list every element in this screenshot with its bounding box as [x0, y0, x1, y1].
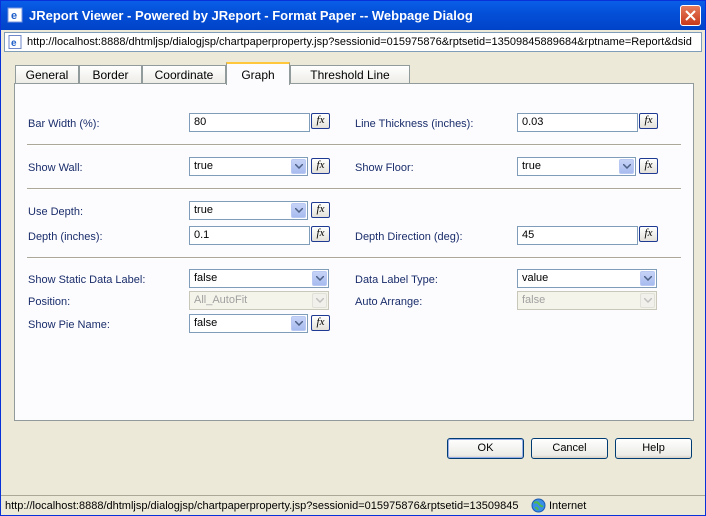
line-thickness-input[interactable]: 0.03: [517, 113, 638, 132]
tab-general[interactable]: General: [15, 65, 79, 84]
page-icon: e: [8, 35, 22, 49]
dropdown-arrow: [312, 293, 327, 308]
address-bar[interactable]: e http://localhost:8888/dhtmljsp/dialogj…: [4, 32, 702, 52]
close-icon: [685, 10, 696, 21]
bar-width-label: Bar Width (%):: [28, 118, 100, 130]
dropdown-arrow[interactable]: [291, 203, 306, 218]
line-thickness-fx-button[interactable]: fx: [639, 113, 658, 129]
graph-panel: Bar Width (%): 80 fx Line Thickness (inc…: [14, 83, 694, 421]
close-button[interactable]: [680, 5, 701, 26]
depth-direction-fx-button[interactable]: fx: [639, 226, 658, 242]
ie-page-icon: e: [7, 7, 23, 23]
auto-arrange-select: false: [517, 291, 657, 310]
cancel-button[interactable]: Cancel: [531, 438, 608, 459]
use-depth-fx-button[interactable]: fx: [311, 202, 330, 218]
status-zone: Internet: [549, 500, 587, 512]
dropdown-arrow: [640, 293, 655, 308]
show-pie-name-value: false: [194, 317, 218, 329]
depth-direction-input[interactable]: 45: [517, 226, 638, 245]
tab-border[interactable]: Border: [79, 65, 142, 84]
line-thickness-label: Line Thickness (inches):: [355, 118, 474, 130]
dropdown-arrow[interactable]: [291, 316, 306, 331]
chevron-down-icon: [623, 164, 631, 169]
dropdown-arrow[interactable]: [291, 159, 306, 174]
show-floor-fx-button[interactable]: fx: [639, 158, 658, 174]
auto-arrange-label: Auto Arrange:: [355, 296, 423, 308]
svg-text:e: e: [11, 10, 17, 22]
show-wall-value: true: [194, 160, 213, 172]
divider: [27, 144, 681, 146]
position-label: Position:: [28, 296, 71, 308]
depth-fx-button[interactable]: fx: [311, 226, 330, 242]
chevron-down-icon: [316, 298, 324, 303]
svg-text:e: e: [11, 38, 17, 49]
auto-arrange-value: false: [522, 294, 546, 306]
chevron-down-icon: [644, 298, 652, 303]
status-url: http://localhost:8888/dhtmljsp/dialogjsp…: [5, 500, 519, 512]
show-pie-name-fx-button[interactable]: fx: [311, 315, 330, 331]
tab-coordinate[interactable]: Coordinate: [142, 65, 226, 84]
status-bar: http://localhost:8888/dhtmljsp/dialogjsp…: [1, 495, 705, 515]
globe-icon: [531, 498, 546, 513]
tab-threshold-line[interactable]: Threshold Line: [290, 65, 410, 84]
use-depth-value: true: [194, 204, 213, 216]
dropdown-arrow[interactable]: [640, 271, 655, 286]
address-url: http://localhost:8888/dhtmljsp/dialogjsp…: [27, 36, 692, 48]
divider: [27, 188, 681, 190]
title-bar[interactable]: e JReport Viewer - Powered by JReport - …: [1, 1, 705, 30]
show-wall-select[interactable]: true: [189, 157, 308, 176]
show-static-data-label-select[interactable]: false: [189, 269, 329, 288]
position-select: All_AutoFit: [189, 291, 329, 310]
show-floor-value: true: [522, 160, 541, 172]
data-label-type-select[interactable]: value: [517, 269, 657, 288]
bar-width-fx-button[interactable]: fx: [311, 113, 330, 129]
depth-input[interactable]: 0.1: [189, 226, 310, 245]
show-floor-select[interactable]: true: [517, 157, 636, 176]
show-static-data-label-label: Show Static Data Label:: [28, 274, 146, 286]
dropdown-arrow[interactable]: [619, 159, 634, 174]
use-depth-select[interactable]: true: [189, 201, 308, 220]
show-pie-name-select[interactable]: false: [189, 314, 308, 333]
window-title: JReport Viewer - Powered by JReport - Fo…: [29, 8, 473, 23]
help-button[interactable]: Help: [615, 438, 692, 459]
ok-button[interactable]: OK: [447, 438, 524, 459]
chevron-down-icon: [295, 208, 303, 213]
data-label-type-value: value: [522, 272, 549, 284]
chevron-down-icon: [316, 276, 324, 281]
chevron-down-icon: [295, 164, 303, 169]
show-pie-name-label: Show Pie Name:: [28, 319, 110, 331]
divider: [27, 257, 681, 259]
depth-label: Depth (inches):: [28, 231, 103, 243]
show-static-data-label-value: false: [194, 272, 218, 284]
tab-graph[interactable]: Graph: [226, 62, 290, 85]
show-floor-label: Show Floor:: [355, 162, 414, 174]
dialog-window: e JReport Viewer - Powered by JReport - …: [0, 0, 706, 516]
show-wall-label: Show Wall:: [28, 162, 83, 174]
position-value: All_AutoFit: [194, 294, 248, 306]
bar-width-input[interactable]: 80: [189, 113, 310, 132]
chevron-down-icon: [644, 276, 652, 281]
show-wall-fx-button[interactable]: fx: [311, 158, 330, 174]
chevron-down-icon: [295, 321, 303, 326]
data-label-type-label: Data Label Type:: [355, 274, 438, 286]
use-depth-label: Use Depth:: [28, 206, 84, 218]
dropdown-arrow[interactable]: [312, 271, 327, 286]
depth-direction-label: Depth Direction (deg):: [355, 231, 463, 243]
